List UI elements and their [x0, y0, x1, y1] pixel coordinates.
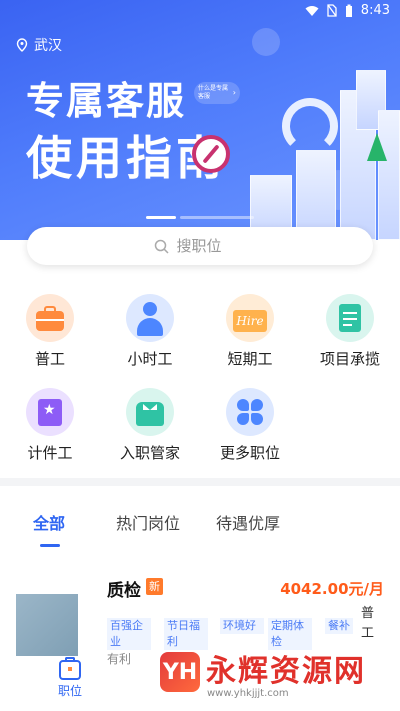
section-divider	[0, 478, 400, 486]
category-general-worker[interactable]: 普工	[10, 294, 90, 369]
status-bar: 8:43	[0, 0, 400, 24]
watermark-logo-icon: YH	[160, 652, 200, 692]
category-label: 更多职位	[219, 444, 280, 462]
category-label: 普工	[34, 350, 65, 368]
job-tag: 节日福利	[164, 618, 208, 650]
briefcase-icon	[59, 657, 81, 680]
category-label: 入职管家	[119, 444, 180, 462]
bottom-nav-jobs[interactable]: 职位	[50, 657, 90, 699]
job-tag: 定期体检	[268, 618, 312, 650]
grid-icon	[226, 388, 274, 436]
category-label: 项目承揽	[319, 350, 380, 368]
tab-good-benefits[interactable]: 待遇优厚	[216, 510, 280, 534]
wifi-icon	[305, 5, 319, 16]
job-tag: 餐补	[325, 618, 353, 634]
tree-icon	[367, 133, 387, 161]
carousel-indicator	[146, 216, 254, 219]
tab-all[interactable]: 全部	[33, 510, 65, 534]
search-input[interactable]	[176, 237, 247, 255]
carousel-dot	[180, 216, 254, 219]
banner-decoration	[252, 28, 280, 56]
job-salary: 4042.00元/月	[280, 580, 384, 598]
no-sim-icon	[327, 4, 337, 17]
banner-title-line1: 专属客服	[26, 79, 187, 123]
person-icon	[126, 294, 174, 342]
headphone-icon	[282, 98, 338, 154]
location-selector[interactable]: 武汉	[16, 35, 62, 55]
category-label: 小时工	[127, 350, 173, 368]
category-project-contract[interactable]: 项目承揽	[310, 294, 390, 369]
category-onboarding-butler[interactable]: 入职管家	[110, 388, 190, 463]
job-title: 质检	[107, 581, 141, 601]
clock: 8:43	[360, 3, 390, 18]
location-pin-icon	[16, 38, 28, 52]
category-label: 计件工	[27, 444, 73, 462]
tab-hot-positions[interactable]: 热门岗位	[116, 510, 180, 534]
job-tag: 环境好	[220, 618, 264, 634]
clipboard-icon	[326, 294, 374, 342]
search-icon	[154, 239, 169, 254]
promo-banner[interactable]: 武汉 专属客服 使用指南 什么是专属客服 ›	[0, 0, 400, 240]
banner-tagline[interactable]: 什么是专属客服 ›	[194, 82, 240, 104]
watermark-text: 永辉资源网	[206, 654, 366, 689]
hire-sign-icon: Hire	[226, 294, 274, 342]
compass-icon	[192, 135, 230, 173]
nav-label: 职位	[57, 684, 82, 698]
category-label: 短期工	[227, 350, 273, 368]
chevron-right-icon: ›	[232, 88, 236, 97]
category-more-jobs[interactable]: 更多职位	[210, 388, 290, 463]
tagline-text: 什么是专属客服	[198, 85, 229, 100]
watermark-url: www.yhkjjjt.com	[207, 688, 289, 699]
job-type: 普工	[361, 606, 375, 641]
battery-icon	[345, 4, 352, 17]
star-book-icon: ★	[26, 388, 74, 436]
job-tag: 百强企业	[107, 618, 151, 650]
location-label: 武汉	[34, 38, 62, 54]
toolbox-icon	[26, 294, 74, 342]
company-logo-image	[16, 594, 78, 656]
watermark: YH 永辉资源网 www.yhkjjjt.com	[160, 652, 366, 699]
new-badge: 新	[146, 578, 163, 595]
category-hourly-worker[interactable]: 小时工	[110, 294, 190, 369]
category-short-term-worker[interactable]: Hire 短期工	[210, 294, 290, 369]
butler-icon	[126, 388, 174, 436]
building-illustration	[378, 110, 400, 240]
category-piecework[interactable]: ★ 计件工	[10, 388, 90, 463]
search-bar[interactable]	[27, 227, 373, 265]
job-description-snippet: 有利	[107, 652, 132, 666]
active-tab-indicator	[40, 544, 60, 547]
carousel-dot-active	[146, 216, 176, 219]
